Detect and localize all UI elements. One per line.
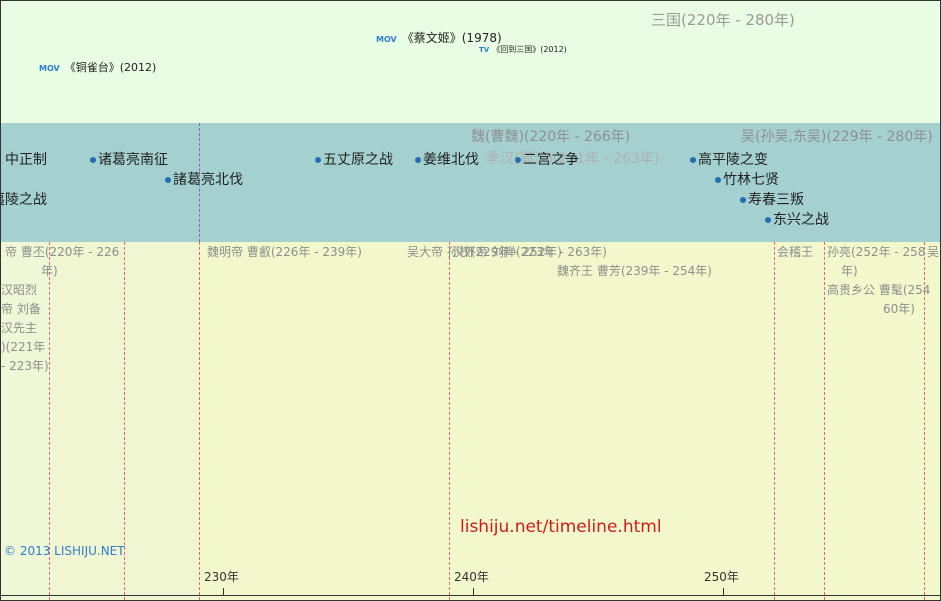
reign-divider: [199, 242, 200, 600]
ruler-label: 汉怀帝 刘禅(223年 - 263年): [452, 245, 607, 259]
media-title: 《回到三国》(2012): [492, 45, 567, 54]
event-label: 二宫之争: [523, 152, 579, 168]
movie-icon: MOV: [376, 35, 397, 44]
movie-icon: MOV: [39, 64, 60, 73]
ruler-label: 孙亮(252年 - 258: [827, 245, 926, 259]
tv-icon: TV: [479, 46, 490, 54]
event-item[interactable]: 竹林七贤: [715, 169, 779, 189]
event-label: 五丈原之战: [323, 152, 393, 168]
event-item[interactable]: 高平陵之变: [690, 149, 768, 169]
axis-tick: [223, 588, 224, 595]
ruler-item[interactable]: 汉怀帝 刘禅(223年 - 263年): [452, 243, 607, 262]
event-label: 姜维北伐: [423, 152, 479, 168]
event-item[interactable]: 东兴之战: [765, 209, 829, 229]
event-item[interactable]: 诸葛亮南征: [90, 149, 168, 169]
kingdom-label[interactable]: 魏(曹魏)(220年 - 266年): [471, 126, 630, 146]
ruler-label: 会稽王: [777, 245, 814, 259]
axis-tick: [473, 588, 474, 595]
event-dot-icon: [515, 157, 521, 163]
ruler-label: 魏齐王 曹芳(239年 - 254年): [557, 264, 712, 278]
event-dot-icon: [90, 157, 96, 163]
event-label: 竹林七贤: [723, 172, 779, 188]
timeline-canvas: 三国(220年 - 280年) MOV 《蔡文姬》(1978) TV 《回到三国》(…: [0, 0, 941, 601]
event-item[interactable]: 寿春三叛: [740, 189, 804, 209]
event-label: 高平陵之变: [698, 152, 768, 168]
axis-tick: [723, 588, 724, 595]
event-label: 东兴之战: [773, 212, 829, 228]
ruler-label: 吴: [927, 245, 940, 259]
event-dot-icon: [715, 177, 721, 183]
ruler-item[interactable]: 魏齐王 曹芳(239年 - 254年): [557, 262, 712, 281]
ruler-label: 高贵乡公 曹髦(254: [827, 283, 931, 297]
era-title[interactable]: 三国(220年 - 280年): [651, 9, 795, 30]
ruler-label: 年): [841, 264, 858, 278]
copyright-text: © 2013 LISHIJU.NET: [4, 544, 125, 558]
ruler-label: )(221年: [1, 340, 46, 354]
event-label: 寿春三叛: [748, 192, 804, 208]
event-item[interactable]: 姜维北伐: [415, 149, 479, 169]
reign-divider: [824, 242, 825, 600]
event-label: 諸葛亮北伐: [173, 172, 243, 188]
event-item[interactable]: 諸葛亮北伐: [165, 169, 243, 189]
event-label: 中正制: [5, 152, 47, 168]
ruler-label: 汉昭烈: [1, 283, 38, 297]
event-dot-icon: [765, 217, 771, 223]
ruler-label: 帝 刘备: [1, 302, 41, 316]
event-dot-icon: [165, 177, 171, 183]
axis-label: 240年: [454, 570, 489, 584]
ruler-label: 汉先主: [1, 321, 38, 335]
ruler-label: 60年): [883, 302, 915, 316]
ruler-item[interactable]: 魏明帝 曹叡(226年 - 239年): [207, 243, 362, 262]
ruler-item[interactable]: 会稽王: [777, 243, 813, 262]
axis-label: 250年: [704, 570, 739, 584]
reign-divider: [449, 242, 450, 600]
ruler-label: 魏明帝 曹叡(226年 - 239年): [207, 245, 362, 259]
media-title: 《蔡文姬》(1978): [401, 31, 502, 45]
ruler-item[interactable]: 汉昭烈 帝 刘备 汉先主 )(221年 - 223年): [1, 281, 49, 376]
event-item[interactable]: 二宫之争: [515, 149, 579, 169]
time-axis: [1, 595, 940, 596]
ruler-item[interactable]: 孙亮(252年 - 258 年): [827, 243, 925, 281]
ruler-item[interactable]: 吴: [927, 243, 939, 262]
ruler-label: 年): [41, 264, 58, 278]
watermark-link[interactable]: lishiju.net/timeline.html: [460, 517, 662, 537]
event-item[interactable]: 中正制: [5, 149, 47, 169]
event-label: 诸葛亮南征: [98, 152, 168, 168]
event-dot-icon: [415, 157, 421, 163]
reign-divider: [774, 242, 775, 600]
ruler-label: 帝 曹丕(220年 - 226: [5, 245, 120, 259]
event-dot-icon: [315, 157, 321, 163]
media-item[interactable]: MOV 《铜雀台》(2012): [39, 59, 156, 75]
event-label: 夷陵之战: [1, 192, 47, 208]
event-item[interactable]: 夷陵之战: [1, 189, 47, 209]
media-item[interactable]: TV 《回到三国》(2012): [479, 44, 567, 55]
axis-label: 230年: [204, 570, 239, 584]
event-dot-icon: [690, 157, 696, 163]
media-title: 《铜雀台》(2012): [64, 61, 157, 74]
kingdom-label[interactable]: 吴(孙吴,东吴)(229年 - 280年): [741, 126, 933, 146]
event-item[interactable]: 五丈原之战: [315, 149, 393, 169]
ruler-label: - 223年): [1, 359, 49, 373]
ruler-item[interactable]: 帝 曹丕(220年 - 226 年): [5, 243, 119, 281]
event-dot-icon: [740, 197, 746, 203]
ruler-item[interactable]: 高贵乡公 曹髦(254 60年): [827, 281, 930, 319]
